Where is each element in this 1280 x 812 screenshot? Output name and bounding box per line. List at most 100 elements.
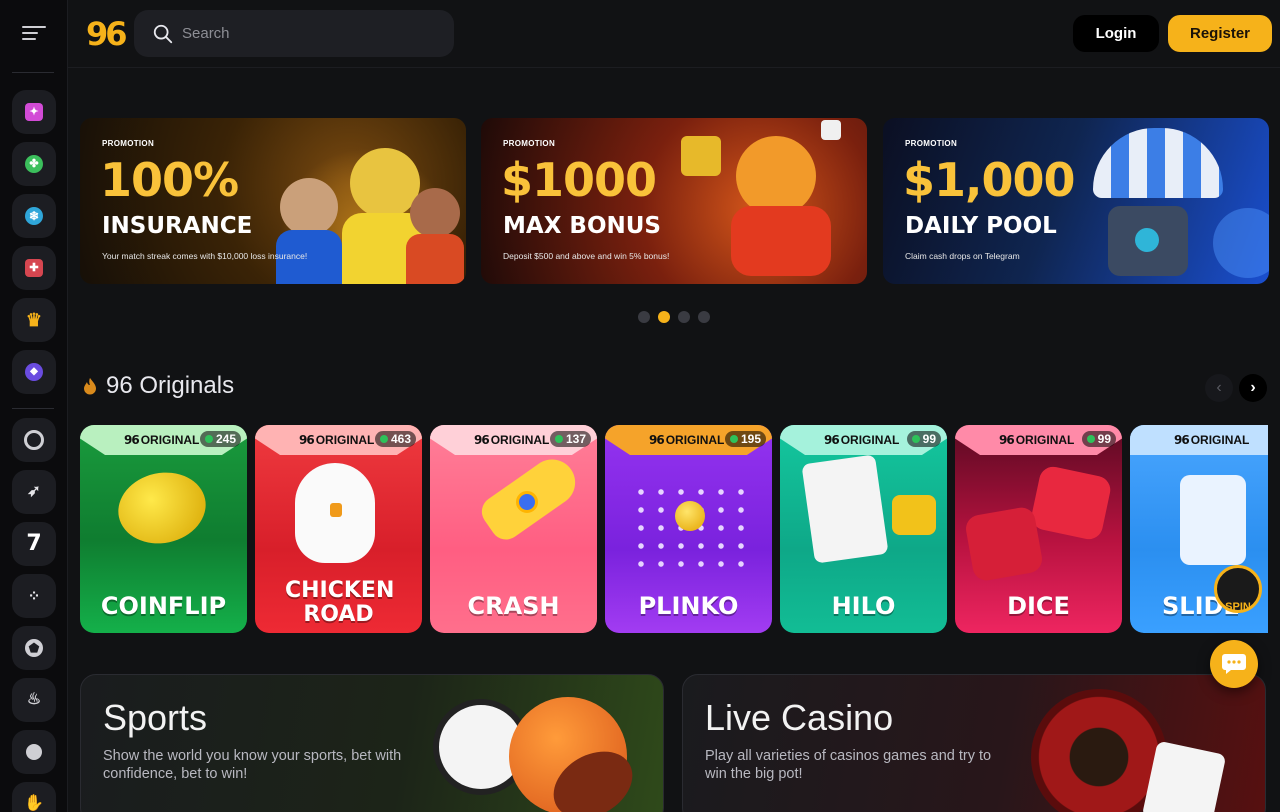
poker-chip-icon [24, 430, 44, 450]
sidebar-item-hot[interactable]: ♨ [12, 678, 56, 722]
rocket-icon: ➶ [27, 483, 41, 500]
players-count: 99 [906, 431, 941, 447]
badge-label: ORIGINAL [665, 433, 725, 447]
sidebar-item-lucky[interactable]: ✤ [12, 142, 56, 186]
badge-logo: 96 [299, 433, 315, 447]
game-card-crash[interactable]: 96 ORIGINAL 137 CRASH [430, 425, 597, 633]
live-casino-card[interactable]: Live Casino Play all varieties of casino… [682, 674, 1266, 812]
game-title: CRASH [467, 592, 560, 620]
sidebar-item-crash[interactable]: ➶ [12, 470, 56, 514]
carousel-dot[interactable] [638, 311, 650, 323]
sidebar-item-slots[interactable]: 7 [12, 522, 56, 566]
logo-text: 96 [86, 15, 127, 53]
promo-banner-bonus[interactable]: PROMOTION $1000 MAX BONUS Deposit $500 a… [481, 118, 867, 284]
game-title: HILO [831, 592, 896, 620]
banner-subtitle: Claim cash drops on Telegram [905, 251, 1020, 261]
dice-icon [963, 505, 1045, 583]
players-count: 463 [374, 431, 416, 447]
brand-logo[interactable]: 96 [86, 14, 127, 54]
trophy-icon [681, 136, 721, 176]
original-badge: 96 ORIGINAL [824, 433, 899, 447]
search-box[interactable] [134, 10, 454, 57]
spin-wheel-badge[interactable]: SPIN [1214, 565, 1262, 613]
live-chat-button[interactable] [1210, 640, 1258, 688]
carousel-dot-active[interactable] [658, 311, 670, 323]
chevron-left-icon: ‹ [1216, 379, 1222, 396]
game-card-dice[interactable]: 96 ORIGINAL 99 DICE [955, 425, 1122, 633]
snowflake-icon: ❄ [25, 207, 43, 225]
banner-tag: PROMOTION [102, 139, 155, 148]
hi-lo-badge [892, 495, 936, 535]
sidebar-item-sports[interactable]: ⬟ [12, 626, 56, 670]
feature-title: Sports [103, 697, 208, 738]
coin-icon [111, 464, 213, 552]
feature-title: Live Casino [705, 697, 894, 738]
sidebar-item-gift[interactable]: ✦ [12, 90, 56, 134]
slot-machine [731, 206, 831, 276]
sidebar-item-rewards[interactable]: ✚ [12, 246, 56, 290]
banner-tag: PROMOTION [503, 139, 556, 148]
slide-card [1180, 475, 1246, 565]
badge-logo: 96 [124, 433, 140, 447]
register-button[interactable]: Register [1168, 15, 1272, 52]
sidebar-item-live[interactable] [12, 730, 56, 774]
badge-label: ORIGINAL [840, 433, 900, 447]
login-button[interactable]: Login [1073, 15, 1159, 52]
game-card-coinflip[interactable]: 96 ORIGINAL 245 COINFLIP [80, 425, 247, 633]
game-card-plinko[interactable]: 96 ORIGINAL 195 PLINKO [605, 425, 772, 633]
originals-next-button[interactable]: › [1239, 374, 1267, 402]
chat-bubble-icon [1222, 654, 1246, 674]
carousel-dot[interactable] [678, 311, 690, 323]
sidebar-item-vip-club[interactable]: ♛ [12, 298, 56, 342]
banner-title: DAILY POOL [905, 213, 1057, 239]
originals-prev-button[interactable]: ‹ [1205, 374, 1233, 402]
present-icon: ✚ [25, 259, 43, 277]
badge-logo: 96 [1174, 433, 1190, 447]
carousel-dots [638, 311, 710, 323]
banner-title: MAX BONUS [503, 213, 662, 239]
ball-icon [26, 744, 42, 760]
search-input[interactable] [182, 25, 442, 42]
game-card-chicken-road[interactable]: 96 ORIGINAL 463 CHICKEN ROAD [255, 425, 422, 633]
banner-subtitle: Your match streak comes with $10,000 los… [102, 251, 308, 261]
hand-icon: ✋ [24, 795, 44, 812]
safe-dial [1135, 228, 1159, 252]
game-title: DICE [1007, 592, 1070, 620]
banner-headline: $1000 [501, 153, 657, 207]
top-header: 96 Login Register [68, 0, 1280, 68]
promo-banner-insurance[interactable]: PROMOTION 100% INSURANCE Your match stre… [80, 118, 466, 284]
players-count: 195 [724, 431, 766, 447]
badge-label: ORIGINAL [1190, 433, 1250, 447]
original-badge: 96 ORIGINAL [999, 433, 1074, 447]
banner-headline: $1,000 [903, 153, 1076, 207]
badge-label: ORIGINAL [315, 433, 375, 447]
game-card-hilo[interactable]: 96 ORIGINAL 99 HILO [780, 425, 947, 633]
sidebar-divider [12, 408, 54, 409]
rocket-window [516, 491, 538, 513]
sidebar-item-games[interactable]: ⁘ [12, 574, 56, 618]
dice-icon [821, 120, 841, 140]
section-title: 96 Originals [106, 372, 235, 399]
sidebar: ✦ ✤ ❄ ✚ ♛ ◆ ➶ 7 ⁘ ⬟ ♨ ✋ [0, 0, 68, 812]
game-card-slide[interactable]: 96 ORIGINAL SLIDE SPIN [1130, 425, 1268, 633]
sidebar-item-promo[interactable]: ✋ [12, 782, 56, 812]
sidebar-item-vip[interactable]: ◆ [12, 350, 56, 394]
feature-description: Show the world you know your sports, bet… [103, 748, 402, 782]
sidebar-item-originals[interactable] [12, 418, 56, 462]
crown-icon: ♛ [25, 310, 43, 330]
badge-logo: 96 [649, 433, 665, 447]
original-badge: 96 ORIGINAL [1174, 433, 1249, 447]
banner-subtitle: Deposit $500 and above and win 5% bonus! [503, 251, 670, 261]
slot-seven-icon: 7 [26, 531, 42, 556]
menu-toggle-icon[interactable] [22, 26, 46, 46]
sports-card[interactable]: Sports Show the world you know your spor… [80, 674, 664, 812]
player-jersey [406, 234, 464, 284]
promo-banner-daily-pool[interactable]: PROMOTION $1,000 DAILY POOL Claim cash d… [883, 118, 1269, 284]
sidebar-item-winter[interactable]: ❄ [12, 194, 56, 238]
game-title: PLINKO [638, 592, 739, 620]
coin-icon [675, 501, 705, 531]
badge-label: ORIGINAL [140, 433, 200, 447]
chicken-beak [330, 503, 342, 517]
carousel-dot[interactable] [698, 311, 710, 323]
player-figure [410, 188, 460, 238]
